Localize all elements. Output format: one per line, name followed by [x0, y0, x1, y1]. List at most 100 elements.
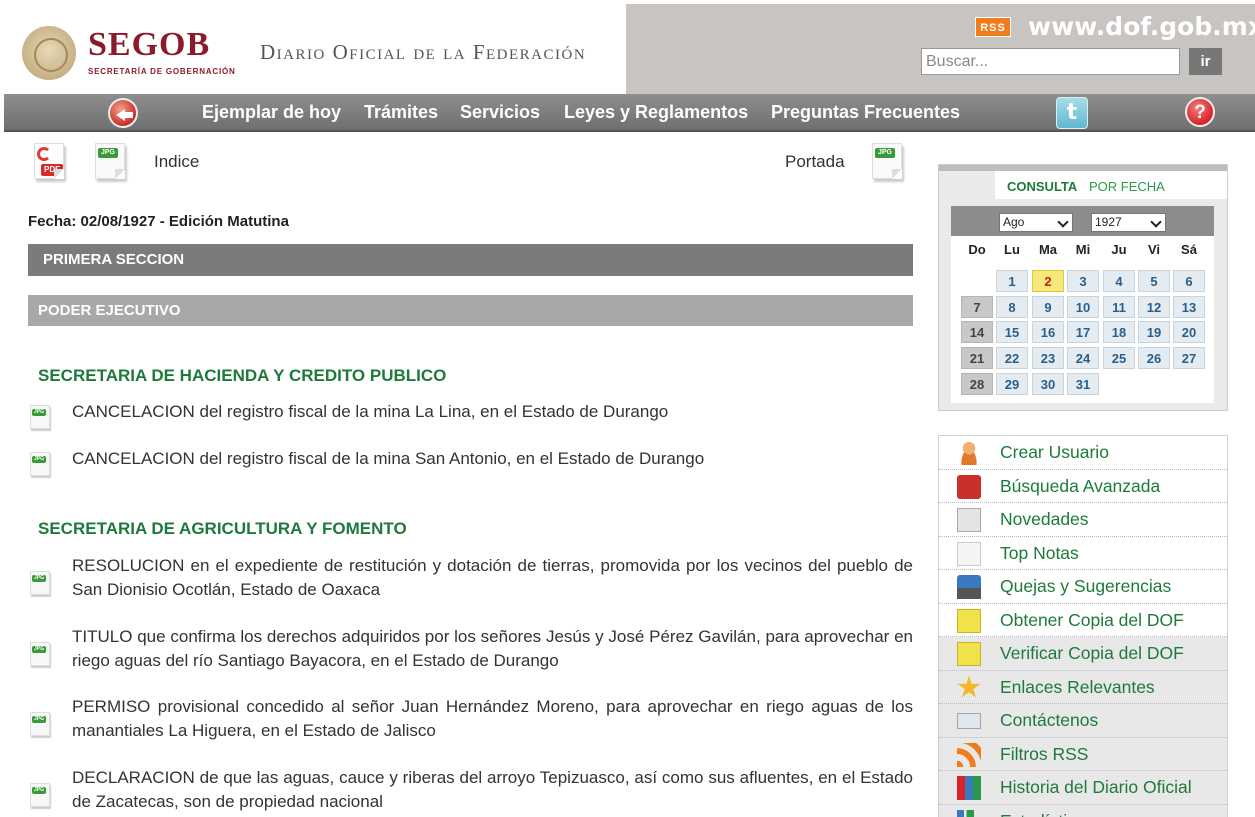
menu-item[interactable]: Novedades — [939, 503, 1227, 537]
pdf-curl-icon — [37, 147, 51, 161]
mailbox-icon — [957, 575, 981, 599]
menu-item[interactable]: Filtros RSS — [939, 737, 1227, 771]
calendar-day[interactable]: 14 — [961, 321, 993, 343]
subsection-bar: PODER EJECUTIVO — [28, 295, 913, 326]
search-input[interactable] — [921, 48, 1180, 75]
calendar-subtitle: POR FECHA — [1089, 179, 1165, 194]
weekday-label: Lu — [1004, 242, 1020, 257]
portada-link[interactable]: Portada — [785, 152, 845, 172]
calendar-day[interactable]: 31 — [1067, 373, 1099, 395]
menu-item-label: Contáctenos — [1000, 710, 1099, 730]
calendar-day[interactable]: 19 — [1138, 321, 1170, 343]
month-select[interactable]: Ago — [999, 213, 1073, 232]
nav-tramites[interactable]: Trámites — [364, 102, 438, 123]
calendar-day[interactable]: 1 — [996, 270, 1028, 292]
menu-item-label: Quejas y Sugerencias — [1000, 576, 1172, 596]
calendar-day[interactable]: 5 — [1138, 270, 1170, 292]
entry-link[interactable]: DECLARACION de que las aguas, cauce y ri… — [72, 766, 913, 813]
calendar-day[interactable]: 3 — [1067, 270, 1099, 292]
nav-servicios[interactable]: Servicios — [460, 102, 540, 123]
calendar-day[interactable]: 2 — [1032, 270, 1064, 292]
section-bar: PRIMERA SECCION — [28, 244, 913, 276]
calendar-day[interactable]: 11 — [1103, 296, 1135, 318]
menu-item-label: Novedades — [1000, 509, 1089, 529]
nav-leyes-y-reglamentos[interactable]: Leyes y Reglamentos — [564, 102, 748, 123]
menu-item[interactable]: Crear Usuario — [939, 436, 1227, 470]
site-title[interactable]: Diario Oficial de la Federación — [260, 40, 586, 65]
calendar-day[interactable]: 12 — [1138, 296, 1170, 318]
back-arrow-icon[interactable] — [108, 98, 138, 128]
menu-item[interactable]: Contáctenos — [939, 704, 1227, 738]
year-select[interactable]: 1927 — [1091, 213, 1166, 232]
calendar-day[interactable]: 8 — [996, 296, 1028, 318]
indice-link[interactable]: Indice — [154, 152, 199, 172]
jpg-icon[interactable]: JPG — [30, 405, 50, 429]
calendar-day[interactable]: 7 — [961, 296, 993, 318]
search-button[interactable]: ir — [1189, 48, 1222, 75]
jpg-icon[interactable]: JPG — [30, 642, 50, 666]
calendar-day[interactable]: 25 — [1103, 347, 1135, 369]
calendar-day[interactable]: 23 — [1032, 347, 1064, 369]
weekday-label: Vi — [1147, 242, 1161, 257]
calendar-day[interactable]: 24 — [1067, 347, 1099, 369]
jpg-icon[interactable]: JPG — [30, 783, 50, 807]
help-icon[interactable]: ? — [1185, 97, 1215, 127]
calendar-day[interactable]: 29 — [996, 373, 1028, 395]
calendar-day[interactable]: 27 — [1173, 347, 1205, 369]
weekday-label: Ma — [1038, 242, 1058, 257]
calendar-day[interactable]: 13 — [1173, 296, 1205, 318]
calendar-day[interactable]: 28 — [961, 373, 993, 395]
nav-preguntas-frecuentes[interactable]: Preguntas Frecuentes — [771, 102, 960, 123]
calendar-day[interactable]: 10 — [1067, 296, 1099, 318]
calendar-day[interactable]: 17 — [1067, 321, 1099, 343]
menu-item-label: Verificar Copia del DOF — [1000, 643, 1184, 663]
segob-logo[interactable]: SEGOB — [88, 26, 210, 64]
calendar-day[interactable]: 16 — [1032, 321, 1064, 343]
jpg-index-icon[interactable]: JPG — [95, 143, 125, 179]
site-url[interactable]: www.dof.gob.mx — [1028, 12, 1255, 41]
twitter-icon[interactable]: t — [1056, 97, 1088, 129]
calendar-day[interactable]: 22 — [996, 347, 1028, 369]
menu-item[interactable]: Historia del Diario Oficial — [939, 771, 1227, 805]
menu-item[interactable]: Top Notas — [939, 537, 1227, 570]
weekday-label: Sá — [1181, 242, 1197, 257]
nav-ejemplar-de-hoy[interactable]: Ejemplar de hoy — [202, 102, 341, 123]
calendar-day[interactable]: 4 — [1103, 270, 1135, 292]
pdf-download-icon[interactable]: PDF — [34, 143, 64, 179]
jpg-tag: JPG — [32, 646, 47, 653]
entry-link[interactable]: RESOLUCION en el expediente de restituci… — [72, 554, 913, 601]
menu-item[interactable]: Enlaces Relevantes — [939, 670, 1227, 704]
jpg-icon[interactable]: JPG — [30, 712, 50, 736]
menu-item-label: Crear Usuario — [1000, 442, 1109, 462]
entry-link[interactable]: PERMISO provisional concedido al señor J… — [72, 695, 913, 742]
header: SEGOB SECRETARÍA DE GOBERNACIÓN Diario O… — [0, 0, 1255, 94]
jpg-cover-icon[interactable]: JPG — [872, 143, 902, 179]
menu-item-label: Estadísticas — [1000, 811, 1094, 817]
menu-item[interactable]: Obtener Copia del DOF — [939, 604, 1227, 637]
menu-item[interactable]: Estadísticas — [939, 804, 1227, 817]
entry-link[interactable]: CANCELACION del registro fiscal de la mi… — [72, 447, 913, 471]
jpg-icon[interactable]: JPG — [30, 452, 50, 476]
user-add-icon — [957, 441, 981, 465]
entry-link[interactable]: TITULO que confirma los derechos adquiri… — [72, 625, 913, 672]
calendar-day[interactable]: 6 — [1173, 270, 1205, 292]
calendar-day[interactable]: 9 — [1032, 296, 1064, 318]
menu-item[interactable]: Quejas y Sugerencias — [939, 570, 1227, 604]
calendar-day[interactable]: 30 — [1032, 373, 1064, 395]
rss-icon[interactable]: RSS — [975, 17, 1011, 37]
menu-item[interactable]: Búsqueda Avanzada — [939, 470, 1227, 503]
calendar-day[interactable]: 15 — [996, 321, 1028, 343]
entry-link[interactable]: CANCELACION del registro fiscal de la mi… — [72, 400, 913, 424]
weekday-label: Do — [968, 242, 986, 257]
pdf-tag: PDF — [41, 164, 63, 176]
calendar-day[interactable]: 26 — [1138, 347, 1170, 369]
calendar-grid: Ago 1927 Do Lu Ma Mi Ju Vi Sá 1 2 3 4 5 6 7 8 9 10 11 12 1… — [951, 206, 1214, 403]
calendar-day[interactable]: 21 — [961, 347, 993, 369]
document-copy-icon — [957, 608, 981, 633]
calendar-select-bar: Ago 1927 — [951, 206, 1214, 236]
menu-item[interactable]: Verificar Copia del DOF — [939, 637, 1227, 671]
calendar-day[interactable]: 20 — [1173, 321, 1205, 343]
calendar-day[interactable]: 18 — [1103, 321, 1135, 343]
menu-item-label: Obtener Copia del DOF — [1000, 609, 1184, 630]
jpg-icon[interactable]: JPG — [30, 571, 50, 595]
